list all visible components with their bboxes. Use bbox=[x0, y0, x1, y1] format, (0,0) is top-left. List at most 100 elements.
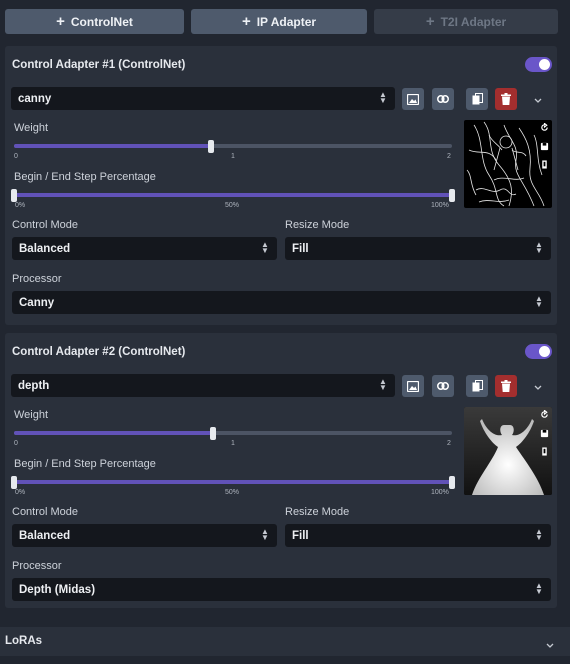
save-icon[interactable] bbox=[540, 429, 549, 438]
link-icon bbox=[437, 382, 449, 390]
duplicate-button[interactable] bbox=[466, 88, 488, 110]
step-range-fill bbox=[14, 193, 452, 197]
edit-icon[interactable] bbox=[540, 160, 549, 169]
resize-mode-select[interactable]: Fill ▲ ▼ bbox=[285, 237, 551, 260]
adapter-enable-toggle[interactable] bbox=[525, 57, 552, 72]
control-mode-label: Control Mode bbox=[12, 506, 79, 518]
weight-tick-2: 2 bbox=[447, 153, 451, 160]
add-controlnet-label: ControlNet bbox=[70, 14, 133, 29]
resize-mode-select[interactable]: Fill ▲ ▼ bbox=[285, 524, 551, 547]
adapter-title: Control Adapter #2 (ControlNet) bbox=[12, 346, 186, 358]
step-end-thumb[interactable] bbox=[449, 475, 455, 489]
chevron-updown-icon: ▲ ▼ bbox=[379, 377, 387, 392]
processor-select[interactable]: Depth (Midas) ▲ ▼ bbox=[12, 578, 551, 601]
chevron-down-icon bbox=[545, 637, 555, 655]
resize-mode-value: Fill bbox=[292, 242, 309, 255]
step-tick-50: 50% bbox=[225, 489, 240, 496]
processor-label: Processor bbox=[12, 273, 62, 285]
step-tick-100: 100% bbox=[431, 489, 449, 496]
link-button[interactable] bbox=[432, 88, 454, 110]
adapter-enable-toggle[interactable] bbox=[525, 344, 552, 359]
chevron-updown-icon: ▲ ▼ bbox=[535, 527, 543, 542]
trash-icon bbox=[501, 93, 511, 105]
loras-label: LoRAs bbox=[5, 635, 43, 647]
chevron-down-icon[interactable] bbox=[533, 379, 545, 391]
trash-icon bbox=[501, 380, 511, 392]
control-mode-value: Balanced bbox=[19, 529, 71, 542]
add-t2i-adapter-button[interactable]: + T2I Adapter bbox=[374, 9, 558, 34]
model-select[interactable]: canny ▲ ▼ bbox=[11, 87, 395, 110]
plus-icon: + bbox=[425, 13, 435, 30]
control-adapter-card-2: Control Adapter #2 (ControlNet) depth ▲ ▼… bbox=[5, 333, 557, 608]
control-mode-value: Balanced bbox=[19, 242, 71, 255]
image-icon bbox=[407, 93, 419, 105]
use-image-button[interactable] bbox=[402, 375, 424, 397]
weight-slider-thumb[interactable] bbox=[210, 426, 217, 440]
link-button[interactable] bbox=[432, 375, 454, 397]
step-tick-0: 0% bbox=[15, 202, 26, 209]
weight-tick-2: 2 bbox=[447, 440, 451, 447]
edit-icon[interactable] bbox=[540, 447, 549, 456]
save-icon[interactable] bbox=[540, 142, 549, 151]
adapter-title: Control Adapter #1 (ControlNet) bbox=[12, 59, 186, 71]
weight-slider-fill bbox=[14, 144, 212, 148]
processor-value: Depth (Midas) bbox=[19, 583, 96, 596]
plus-icon: + bbox=[241, 13, 251, 30]
weight-label: Weight bbox=[14, 122, 49, 134]
weight-tick-0: 0 bbox=[14, 153, 18, 160]
control-image-preview[interactable] bbox=[464, 407, 552, 495]
copy-icon bbox=[472, 380, 483, 392]
chevron-updown-icon: ▲ ▼ bbox=[261, 240, 269, 255]
weight-tick-1: 1 bbox=[231, 153, 235, 160]
chevron-updown-icon: ▲ ▼ bbox=[535, 240, 543, 255]
weight-slider-thumb[interactable] bbox=[208, 139, 215, 153]
canny-edge-image bbox=[466, 121, 545, 207]
step-range-slider[interactable] bbox=[11, 475, 455, 489]
chevron-updown-icon: ▲ ▼ bbox=[261, 527, 269, 542]
step-begin-thumb[interactable] bbox=[11, 475, 17, 489]
duplicate-button[interactable] bbox=[466, 375, 488, 397]
weight-slider[interactable] bbox=[14, 139, 452, 153]
step-percentage-label: Begin / End Step Percentage bbox=[14, 171, 156, 183]
model-select[interactable]: depth ▲ ▼ bbox=[11, 374, 395, 397]
chevron-updown-icon: ▲ ▼ bbox=[379, 90, 387, 105]
reset-icon[interactable] bbox=[540, 123, 549, 132]
link-icon bbox=[437, 95, 449, 103]
chevron-updown-icon: ▲ ▼ bbox=[535, 581, 543, 596]
step-tick-100: 100% bbox=[431, 202, 449, 209]
weight-slider-fill bbox=[14, 431, 214, 435]
delete-button[interactable] bbox=[495, 375, 517, 397]
model-select-value: canny bbox=[18, 92, 52, 105]
step-range-slider[interactable] bbox=[11, 188, 455, 202]
resize-mode-value: Fill bbox=[292, 529, 309, 542]
delete-button[interactable] bbox=[495, 88, 517, 110]
weight-label: Weight bbox=[14, 409, 49, 421]
step-range-fill bbox=[14, 480, 452, 484]
reset-icon[interactable] bbox=[540, 410, 549, 419]
step-begin-thumb[interactable] bbox=[11, 188, 17, 202]
resize-mode-label: Resize Mode bbox=[285, 219, 350, 231]
add-ip-adapter-button[interactable]: + IP Adapter bbox=[191, 9, 367, 34]
add-controlnet-button[interactable]: + ControlNet bbox=[5, 9, 184, 34]
copy-icon bbox=[472, 93, 483, 105]
processor-select[interactable]: Canny ▲ ▼ bbox=[12, 291, 551, 314]
resize-mode-label: Resize Mode bbox=[285, 506, 350, 518]
chevron-down-icon[interactable] bbox=[533, 92, 545, 104]
control-mode-select[interactable]: Balanced ▲ ▼ bbox=[12, 524, 277, 547]
weight-tick-1: 1 bbox=[231, 440, 235, 447]
step-percentage-label: Begin / End Step Percentage bbox=[14, 458, 156, 470]
loras-section-header[interactable]: LoRAs bbox=[0, 627, 570, 656]
step-end-thumb[interactable] bbox=[449, 188, 455, 202]
control-image-preview[interactable] bbox=[464, 120, 552, 208]
processor-value: Canny bbox=[19, 296, 55, 309]
weight-tick-0: 0 bbox=[14, 440, 18, 447]
weight-slider[interactable] bbox=[14, 426, 452, 440]
chevron-updown-icon: ▲ ▼ bbox=[535, 294, 543, 309]
control-mode-select[interactable]: Balanced ▲ ▼ bbox=[12, 237, 277, 260]
add-ip-adapter-label: IP Adapter bbox=[256, 14, 317, 29]
step-tick-50: 50% bbox=[225, 202, 240, 209]
add-t2i-adapter-label: T2I Adapter bbox=[440, 14, 507, 29]
control-mode-label: Control Mode bbox=[12, 219, 79, 231]
image-icon bbox=[407, 380, 419, 392]
use-image-button[interactable] bbox=[402, 88, 424, 110]
